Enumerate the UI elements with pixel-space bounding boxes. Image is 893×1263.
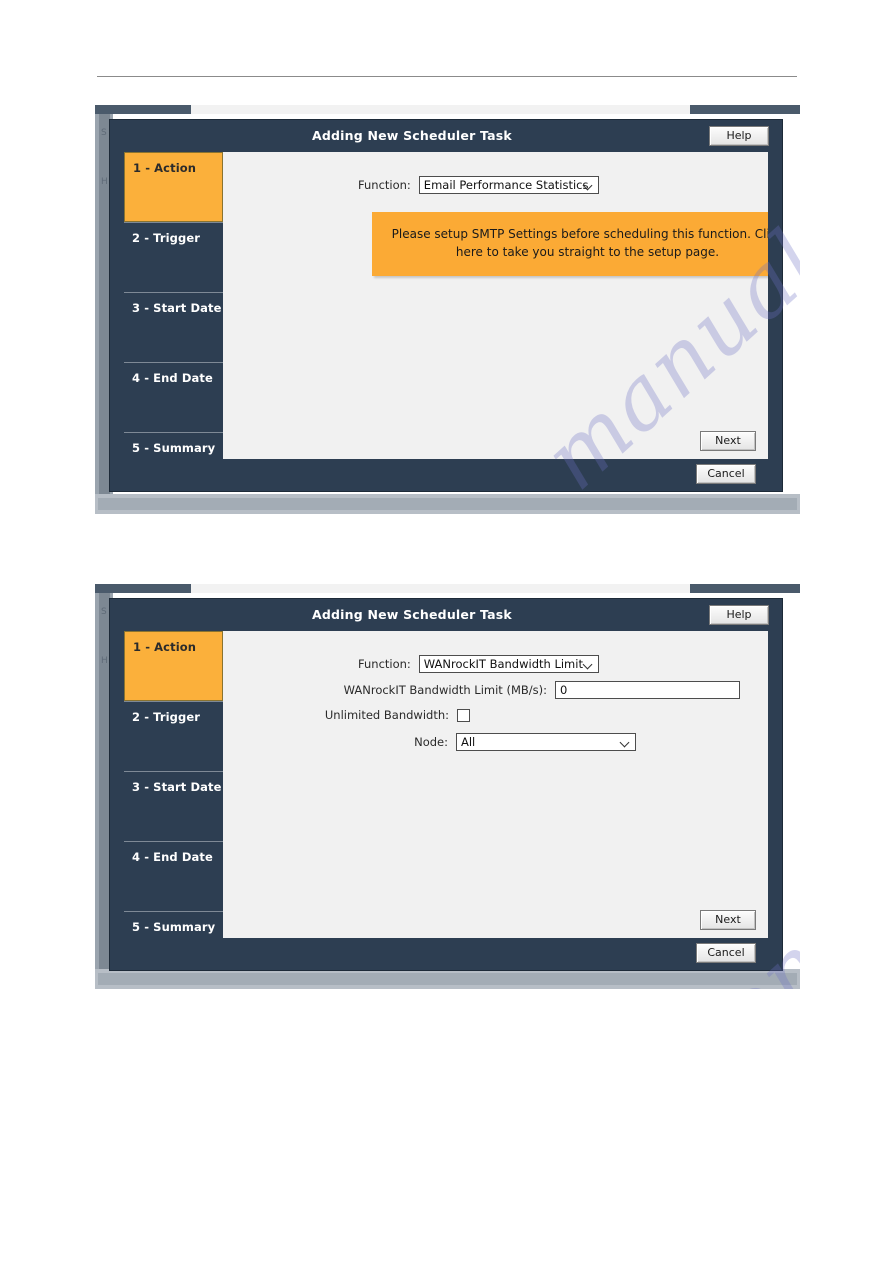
function-label: Function: (358, 178, 411, 192)
dialog-titlebar: Adding New Scheduler Task Help (110, 120, 782, 152)
function-row: Function: Email Performance Statistics (358, 176, 599, 194)
chevron-down-icon (584, 181, 593, 190)
background-topbar-right-segment (690, 105, 800, 114)
function-select[interactable]: Email Performance Statistics (418, 176, 599, 194)
bandwidth-limit-row: WANrockIT Bandwidth Limit (MB/s): (223, 681, 740, 699)
dialog-body: 1 - Action 2 - Trigger 3 - Start Date 4 … (110, 631, 782, 970)
background-ghost-label-s: S (101, 607, 107, 617)
wizard-step-trigger[interactable]: 2 - Trigger (124, 701, 223, 771)
wizard-step-end-date[interactable]: 4 - End Date (124, 841, 223, 911)
chevron-down-icon (621, 738, 630, 747)
screenshot-wanrockit-bandwidth-limit: S H Adding New Scheduler Task Help 1 - A… (95, 584, 800, 989)
background-window-topbar (95, 584, 800, 593)
wizard-step-rail: 1 - Action 2 - Trigger 3 - Start Date 4 … (124, 152, 223, 491)
background-topbar-left-segment (95, 584, 191, 593)
unlimited-bandwidth-row: Unlimited Bandwidth: (305, 708, 470, 722)
next-button[interactable]: Next (700, 910, 756, 930)
unlimited-bandwidth-label: Unlimited Bandwidth: (324, 708, 449, 722)
background-ghost-label-h: H (101, 177, 108, 187)
screenshot-email-performance-statistics: S H Adding New Scheduler Task Help 1 - A… (95, 105, 800, 514)
wizard-step-action[interactable]: 1 - Action (124, 152, 223, 222)
node-row: Node: All (358, 733, 636, 751)
background-topbar-right-segment (690, 584, 800, 593)
scheduler-task-dialog: Adding New Scheduler Task Help 1 - Actio… (110, 120, 782, 491)
node-label: Node: (414, 735, 448, 749)
wizard-step-action[interactable]: 1 - Action (124, 631, 223, 701)
next-button[interactable]: Next (700, 431, 756, 451)
wizard-step-summary[interactable]: 5 - Summary (124, 911, 223, 981)
bandwidth-limit-input[interactable] (555, 681, 740, 699)
function-row: Function: WANrockIT Bandwidth Limit (358, 655, 599, 673)
bandwidth-limit-label: WANrockIT Bandwidth Limit (MB/s): (343, 683, 547, 697)
function-select[interactable]: WANrockIT Bandwidth Limit (418, 655, 599, 673)
dialog-body: 1 - Action 2 - Trigger 3 - Start Date 4 … (110, 152, 782, 491)
dialog-titlebar: Adding New Scheduler Task Help (110, 599, 782, 631)
help-button[interactable]: Help (709, 126, 769, 146)
wizard-step-rail: 1 - Action 2 - Trigger 3 - Start Date 4 … (124, 631, 223, 970)
wizard-step-end-date[interactable]: 4 - End Date (124, 362, 223, 432)
unlimited-bandwidth-checkbox[interactable] (457, 708, 470, 722)
wizard-step-trigger[interactable]: 2 - Trigger (124, 222, 223, 292)
node-select[interactable]: All (456, 733, 636, 751)
background-window-topbar (95, 105, 800, 114)
wizard-step-summary[interactable]: 5 - Summary (124, 432, 223, 502)
background-sidebar-inner (99, 593, 110, 969)
smtp-settings-warning-banner[interactable]: Please setup SMTP Settings before schedu… (372, 212, 768, 276)
scheduler-task-dialog: Adding New Scheduler Task Help 1 - Actio… (110, 599, 782, 970)
background-topbar-left-segment (95, 105, 191, 114)
background-sidebar-inner (99, 114, 110, 494)
function-select-value: Email Performance Statistics (423, 178, 589, 192)
wizard-step-start-date[interactable]: 3 - Start Date (124, 771, 223, 841)
page-divider-rule (97, 76, 797, 77)
help-button[interactable]: Help (709, 605, 769, 625)
dialog-content-pane: Function: WANrockIT Bandwidth Limit WANr… (223, 631, 768, 938)
cancel-button[interactable]: Cancel (696, 464, 756, 484)
background-ghost-label-s: S (101, 128, 107, 138)
dialog-title: Adding New Scheduler Task (312, 128, 512, 143)
chevron-down-icon (584, 660, 593, 669)
background-ghost-label-h: H (101, 656, 108, 666)
dialog-title: Adding New Scheduler Task (312, 607, 512, 622)
cancel-button[interactable]: Cancel (696, 943, 756, 963)
function-select-value: WANrockIT Bandwidth Limit (423, 657, 583, 671)
dialog-content-pane: Function: Email Performance Statistics P… (223, 152, 768, 459)
wizard-step-start-date[interactable]: 3 - Start Date (124, 292, 223, 362)
function-label: Function: (358, 657, 411, 671)
node-select-value: All (461, 735, 476, 749)
